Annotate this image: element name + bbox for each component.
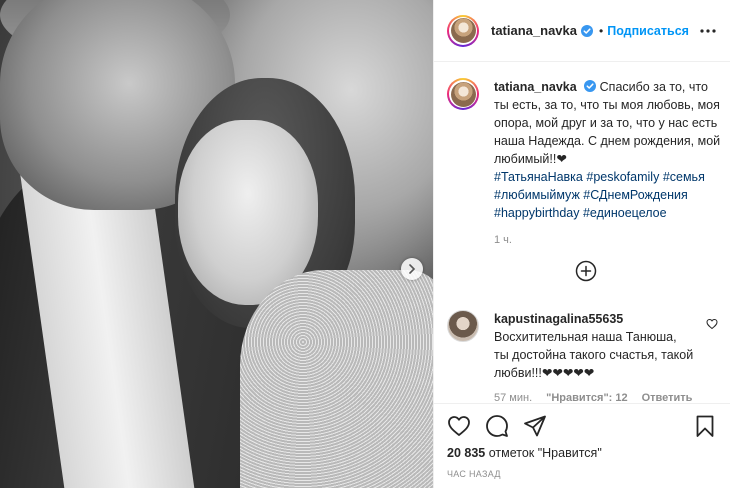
post-photo[interactable]: [0, 0, 433, 488]
author-username[interactable]: tatiana_navka: [491, 23, 577, 38]
author-avatar[interactable]: [447, 14, 479, 47]
heart-icon[interactable]: [447, 414, 471, 438]
photo-woman-dress: [240, 270, 433, 488]
hashtag-link[interactable]: #happybirthday: [494, 206, 579, 220]
chevron-right-icon: [409, 264, 416, 274]
post-header: tatiana_navka • Подписаться: [434, 0, 730, 62]
caption-hashtags: #ТатьянаНавка #peskofamily #семья #любим…: [494, 168, 722, 222]
hashtag-link[interactable]: #любимыймуж: [494, 188, 580, 202]
avatar-ring: [449, 16, 477, 45]
post-actions-bar: [434, 403, 730, 447]
comment-body: kapustinagalina55635 Восхитительная наша…: [494, 310, 694, 382]
verified-badge-icon: [581, 24, 593, 37]
hashtag-link[interactable]: #peskofamily: [586, 170, 659, 184]
hashtag-link[interactable]: #СДнемРождения: [583, 188, 687, 202]
post-details-panel: tatiana_navka • Подписаться tatiana_navk…: [433, 0, 730, 488]
carousel-next-button[interactable]: [401, 258, 423, 280]
more-options-icon[interactable]: [699, 22, 717, 40]
avatar-image: [450, 81, 476, 107]
likes-suffix: отметок "Нравится": [485, 446, 602, 460]
comment-item: kapustinagalina55635 Восхитительная наша…: [447, 310, 722, 404]
post-caption: tatiana_navka Спасибо за то, что ты есть…: [447, 78, 722, 246]
bookmark-icon[interactable]: [693, 414, 717, 438]
follow-button[interactable]: Подписаться: [607, 24, 689, 38]
comment-text: Восхитительная наша Танюша, ты достойна …: [494, 330, 694, 380]
caption-avatar[interactable]: [447, 78, 479, 110]
commenter-username[interactable]: kapustinagalina55635: [494, 310, 694, 328]
plus-circle-icon[interactable]: [575, 260, 597, 282]
caption-username[interactable]: tatiana_navka: [494, 80, 577, 94]
caption-text: tatiana_navka Спасибо за то, что ты есть…: [494, 78, 722, 168]
header-separator: •: [599, 23, 604, 38]
likes-count[interactable]: 20 835 отметок "Нравится": [447, 446, 602, 460]
avatar-image: [450, 18, 476, 43]
share-icon[interactable]: [523, 414, 547, 438]
commenter-avatar[interactable]: [447, 310, 479, 342]
hashtag-link[interactable]: #единоецелое: [583, 206, 667, 220]
hashtag-link[interactable]: #семья: [663, 170, 705, 184]
comment-like-heart-icon[interactable]: [706, 318, 718, 330]
caption-time: 1 ч.: [494, 234, 512, 246]
post-timestamp[interactable]: ЧАС НАЗАД: [447, 469, 501, 479]
verified-badge-icon: [584, 80, 597, 92]
comment-icon[interactable]: [485, 414, 509, 438]
hashtag-link[interactable]: #ТатьянаНавка: [494, 170, 583, 184]
likes-number: 20 835: [447, 446, 486, 460]
avatar-ring: [449, 80, 477, 108]
